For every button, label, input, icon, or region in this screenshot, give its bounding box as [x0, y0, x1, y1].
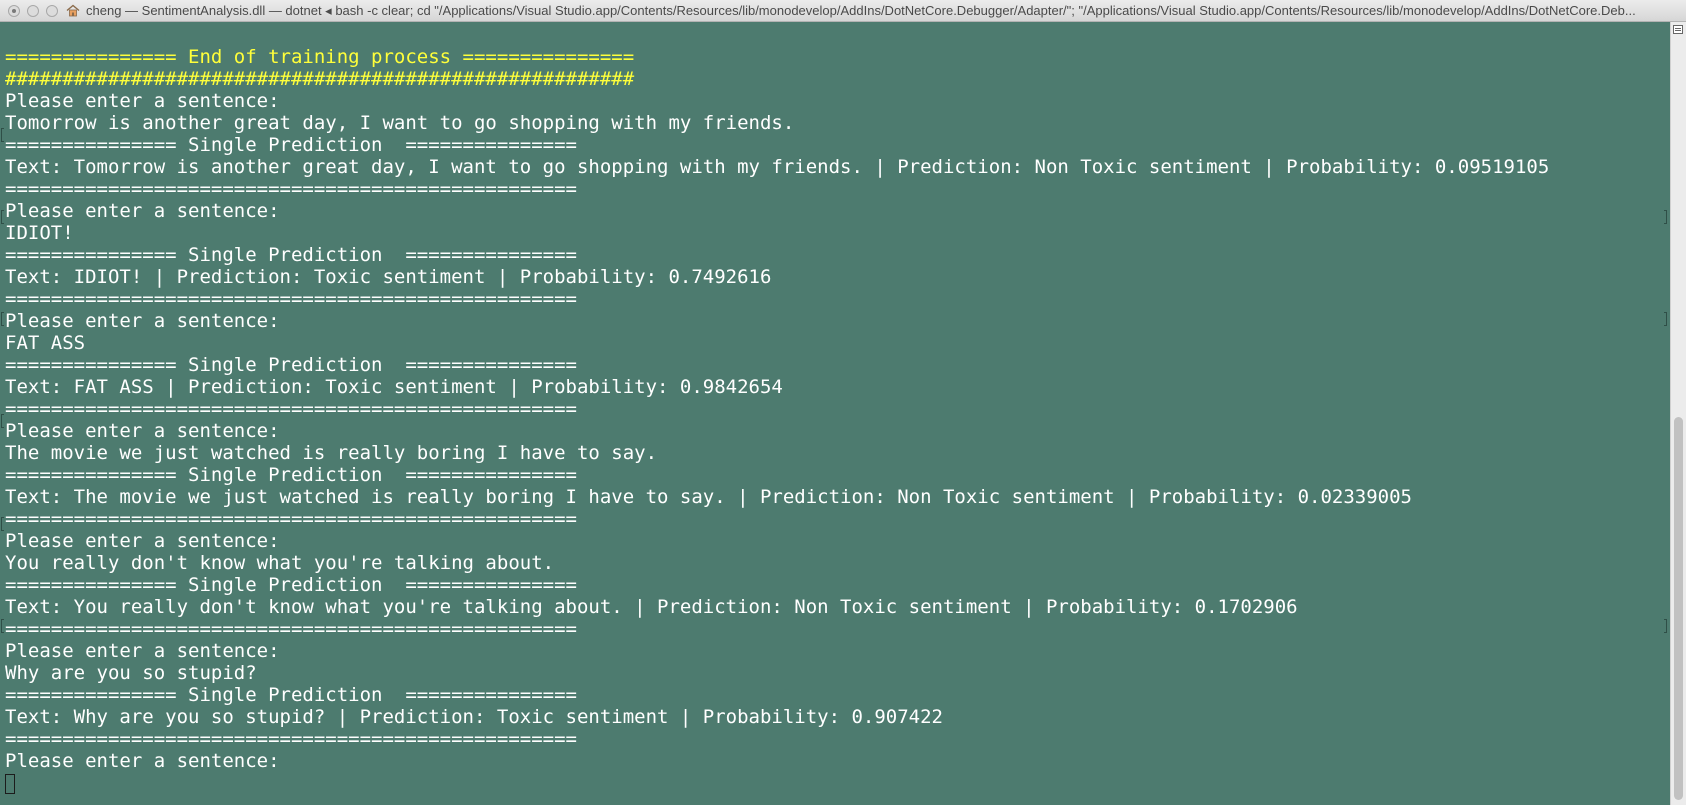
terminal-line: ########################################… [5, 68, 635, 90]
terminal-line: Tomorrow is another great day, I want to… [5, 112, 795, 134]
terminal-line: =============== Single Prediction ======… [5, 574, 577, 596]
terminal-line: Why are you so stupid? [5, 662, 257, 684]
window-controls [8, 4, 58, 17]
terminal-line: Text: FAT ASS | Prediction: Toxic sentim… [5, 376, 783, 398]
terminal-line: Text: IDIOT! | Prediction: Toxic sentime… [5, 266, 772, 288]
vertical-scrollbar[interactable] [1670, 22, 1686, 805]
line-marker [1, 414, 4, 428]
terminal-line: =============== Single Prediction ======… [5, 134, 577, 156]
terminal-line: ========================================… [5, 728, 577, 750]
terminal-line: ========================================… [5, 178, 577, 200]
terminal-line: =============== Single Prediction ======… [5, 354, 577, 376]
terminal-line: =============== End of training process … [5, 46, 635, 68]
home-icon [66, 4, 80, 18]
terminal-line: The movie we just watched is really bori… [5, 442, 658, 464]
terminal-line: =============== Single Prediction ======… [5, 684, 577, 706]
scrollbar-thumb[interactable] [1674, 417, 1683, 800]
terminal-line: Text: The movie we just watched is reall… [5, 486, 1412, 508]
window-title: cheng — SentimentAnalysis.dll — dotnet ◂… [86, 2, 1636, 18]
terminal-line: Text: Why are you so stupid? | Predictio… [5, 706, 943, 728]
terminal-line: Please enter a sentence: [5, 310, 280, 332]
line-marker [1, 517, 4, 531]
window-titlebar: cheng — SentimentAnalysis.dll — dotnet ◂… [0, 0, 1686, 22]
terminal-line: =============== Single Prediction ======… [5, 244, 577, 266]
terminal-output[interactable]: =============== End of training process … [0, 22, 1670, 805]
line-marker [1, 619, 4, 633]
terminal-line: ========================================… [5, 618, 577, 640]
terminal-line: ========================================… [5, 508, 577, 530]
terminal-line: FAT ASS [5, 332, 86, 354]
terminal-line: ========================================… [5, 288, 577, 310]
terminal-line: =============== Single Prediction ======… [5, 464, 577, 486]
terminal-line: IDIOT! [5, 222, 74, 244]
line-marker [1, 128, 4, 142]
terminal-line: ========================================… [5, 398, 577, 420]
terminal-line: Text: Tomorrow is another great day, I w… [5, 156, 1550, 178]
line-marker [1664, 619, 1667, 633]
terminal-line: Please enter a sentence: [5, 750, 280, 772]
line-marker [1664, 210, 1667, 224]
terminal-line: Please enter a sentence: [5, 640, 280, 662]
line-marker [1, 312, 4, 326]
terminal-line: Please enter a sentence: [5, 200, 280, 222]
terminal-prompt-line [5, 772, 1549, 794]
terminal-line: Please enter a sentence: [5, 420, 280, 442]
close-dot-icon[interactable] [8, 4, 20, 17]
terminal-lines: =============== End of training process … [5, 46, 1549, 794]
terminal-line: Please enter a sentence: [5, 90, 280, 112]
terminal-line: Please enter a sentence: [5, 530, 280, 552]
terminal-line: Text: You really don't know what you're … [5, 596, 1298, 618]
line-marker [1, 210, 4, 224]
zoom-dot-icon[interactable] [46, 4, 58, 17]
line-marker [1664, 312, 1667, 326]
minimize-dot-icon[interactable] [27, 4, 39, 17]
text-cursor [5, 773, 15, 794]
list-icon[interactable] [1673, 25, 1683, 34]
terminal-line: You really don't know what you're talkin… [5, 552, 555, 574]
